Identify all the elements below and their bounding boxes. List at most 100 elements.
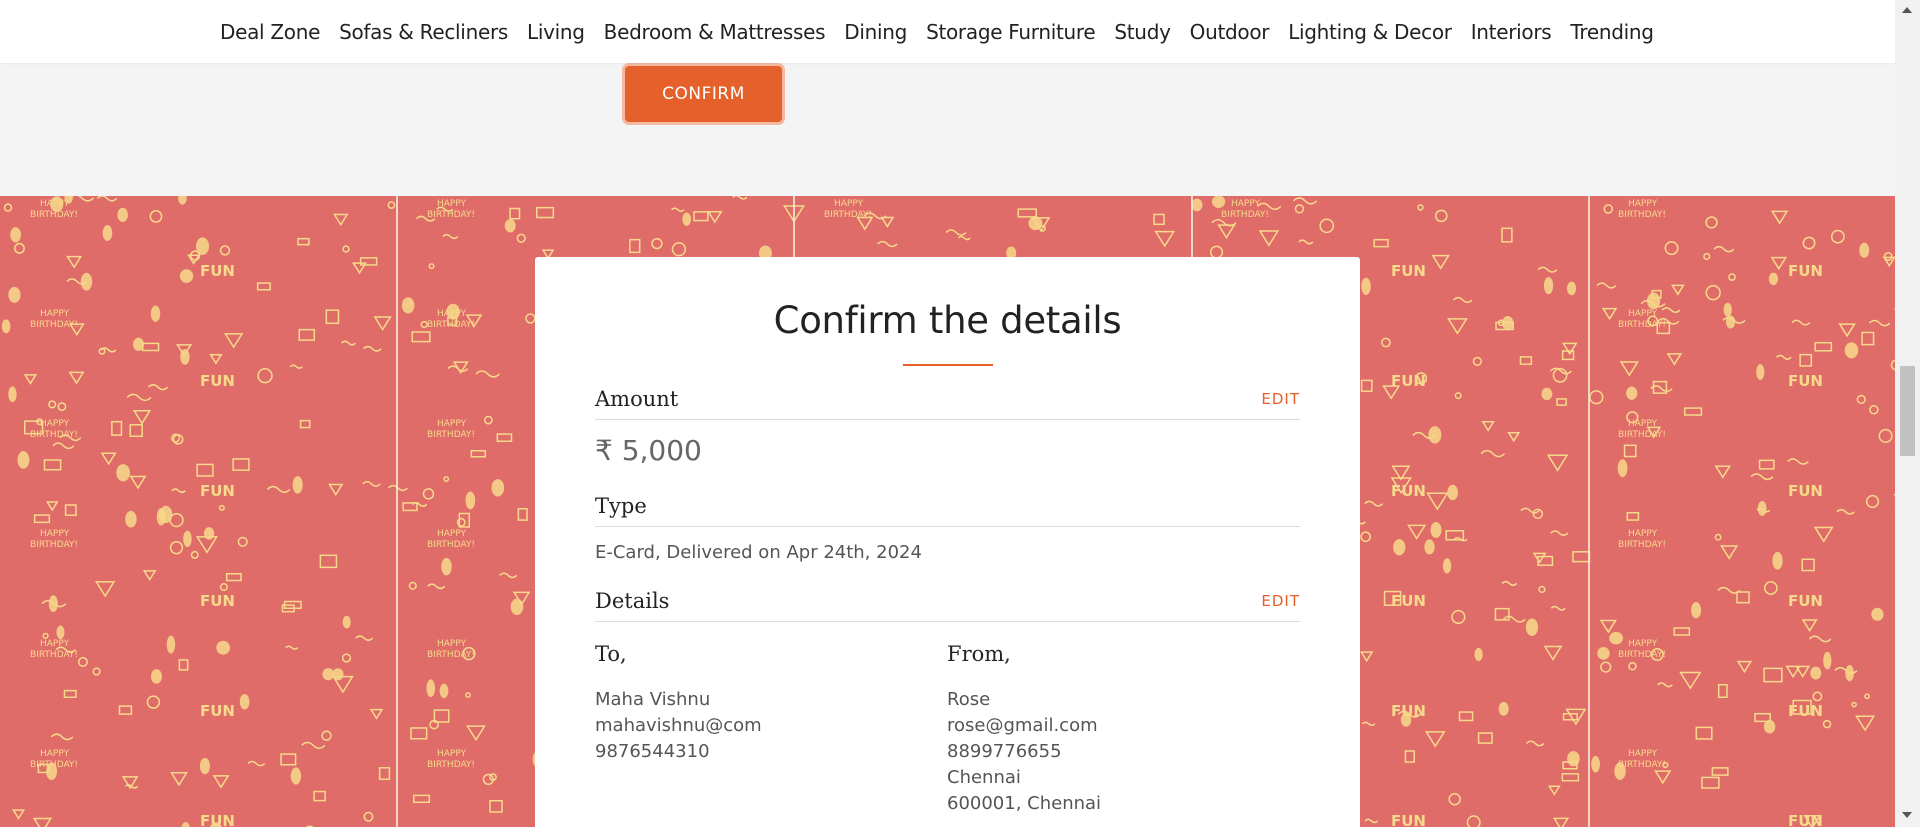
recipient-email: mahavishnu@com [595, 715, 762, 736]
nav-item-lighting-decor[interactable]: Lighting & Decor [1288, 20, 1452, 44]
nav-item-sofas-recliners[interactable]: Sofas & Recliners [339, 20, 508, 44]
scroll-down-arrow-icon[interactable] [1902, 812, 1912, 818]
pattern-doodle [1256, 202, 1282, 211]
pattern-doodle [178, 196, 187, 205]
pattern-text: HAPPY [834, 199, 864, 209]
pattern-doodle [1424, 731, 1446, 748]
pattern-doodle [1695, 726, 1713, 740]
pattern-doodle [325, 309, 340, 325]
pattern-text: HAPPY [40, 419, 70, 429]
pattern-doodle [1756, 364, 1765, 380]
pattern-doodle [1661, 307, 1681, 314]
pattern-doodle [239, 693, 250, 710]
pattern-doodle [178, 659, 189, 671]
pattern-doodle [1537, 266, 1558, 273]
pattern-doodle [121, 776, 139, 790]
amount-value: ₹ 5,000 [595, 434, 702, 467]
pattern-doodle [292, 476, 303, 494]
pattern-doodle [57, 402, 67, 412]
pattern-doodle [1830, 229, 1845, 244]
pattern-doodle [8, 386, 17, 403]
pattern-doodle [52, 442, 75, 450]
edit-amount-link[interactable]: EDIT [1261, 390, 1300, 408]
pattern-doodle [150, 669, 162, 684]
nav-item-living[interactable]: Living [527, 20, 585, 44]
pattern-doodle [1360, 531, 1372, 543]
pattern-doodle [442, 233, 459, 240]
pattern-text: HAPPY [1628, 309, 1658, 319]
pattern-doodle [1601, 307, 1618, 321]
nav-item-interiors[interactable]: Interiors [1471, 20, 1552, 44]
edit-details-link[interactable]: EDIT [1261, 592, 1300, 610]
sender-phone: 8899776655 [947, 741, 1062, 762]
nav-item-study[interactable]: Study [1114, 20, 1171, 44]
pattern-doodle [1596, 282, 1617, 289]
pattern-doodle [693, 211, 709, 222]
pattern-doodle [180, 349, 190, 365]
pattern-doodle [1373, 238, 1389, 248]
pattern-doodle [1844, 342, 1859, 359]
pattern-doodle [289, 364, 303, 369]
pattern-doodle [1017, 208, 1038, 218]
pattern-doodle [411, 331, 431, 343]
sender-details: Rose rose@gmail.com 8899776655 Chennai 6… [947, 687, 1101, 817]
pattern-doodle [1472, 356, 1482, 367]
pattern-doodle [224, 333, 244, 349]
page-scrollbar[interactable] [1895, 0, 1920, 827]
pattern-text: BIRTHDAY! [1618, 430, 1666, 440]
pattern-doodle [1589, 390, 1604, 405]
pattern-doodle [195, 536, 218, 554]
nav-item-storage-furniture[interactable]: Storage Furniture [926, 20, 1096, 44]
pattern-doodle [48, 400, 57, 409]
recipient-phone: 9876544310 [595, 741, 710, 762]
nav-item-bedroom-mattresses[interactable]: Bedroom & Mattresses [604, 20, 826, 44]
pattern-doodle [1720, 545, 1739, 560]
pattern-doodle [499, 572, 518, 579]
pattern-doodle [1400, 713, 1412, 727]
pattern-text: FUN [1391, 812, 1426, 827]
pattern-doodle [341, 653, 352, 663]
pattern-doodle [100, 452, 117, 466]
scroll-up-arrow-icon[interactable] [1902, 7, 1912, 13]
pattern-text: HAPPY [40, 639, 70, 649]
confirm-button[interactable]: CONFIRM [625, 66, 782, 122]
pattern-text: BIRTHDAY! [1618, 540, 1666, 550]
pattern-doodle [1763, 667, 1783, 683]
pattern-doodle [1823, 651, 1832, 670]
pattern-doodle [1736, 591, 1750, 604]
nav-item-outdoor[interactable]: Outdoor [1190, 20, 1270, 44]
pattern-doodle [247, 760, 266, 767]
scroll-thumb[interactable] [1900, 366, 1915, 456]
nav-item-dining[interactable]: Dining [844, 20, 907, 44]
confirm-details-card: Confirm the details Amount EDIT ₹ 5,000 … [535, 257, 1360, 827]
pattern-doodle [216, 640, 231, 655]
pattern-doodle [496, 433, 513, 442]
pattern-doodle [313, 790, 326, 802]
pattern-doodle [1424, 539, 1435, 555]
divider [595, 526, 1300, 527]
pattern-doodle [1466, 815, 1481, 827]
pattern-doodle [1153, 213, 1165, 226]
pattern-doodle [945, 229, 967, 236]
pattern-doodle [1541, 387, 1553, 401]
pattern-doodle [116, 464, 131, 482]
nav-item-trending[interactable]: Trending [1570, 20, 1654, 44]
divider [595, 419, 1300, 420]
pattern-doodle [1364, 818, 1379, 824]
pattern-doodle [1711, 767, 1729, 776]
pattern-doodle [1417, 204, 1424, 211]
pattern-doodle [66, 255, 83, 269]
pattern-doodle [1407, 524, 1427, 540]
pattern-doodle [237, 536, 248, 547]
pattern-doodle [1532, 552, 1547, 564]
pattern-doodle [1684, 407, 1703, 416]
pattern-doodle [280, 753, 297, 766]
pattern-doodle [212, 775, 230, 789]
pattern-doodle [465, 692, 471, 698]
pattern-doodle [23, 374, 38, 385]
pattern-doodle [1591, 755, 1600, 773]
pattern-doodle [219, 583, 228, 592]
pattern-doodle [1812, 691, 1823, 702]
nav-item-deal-zone[interactable]: Deal Zone [220, 20, 320, 44]
card-title: Confirm the details [773, 299, 1122, 342]
